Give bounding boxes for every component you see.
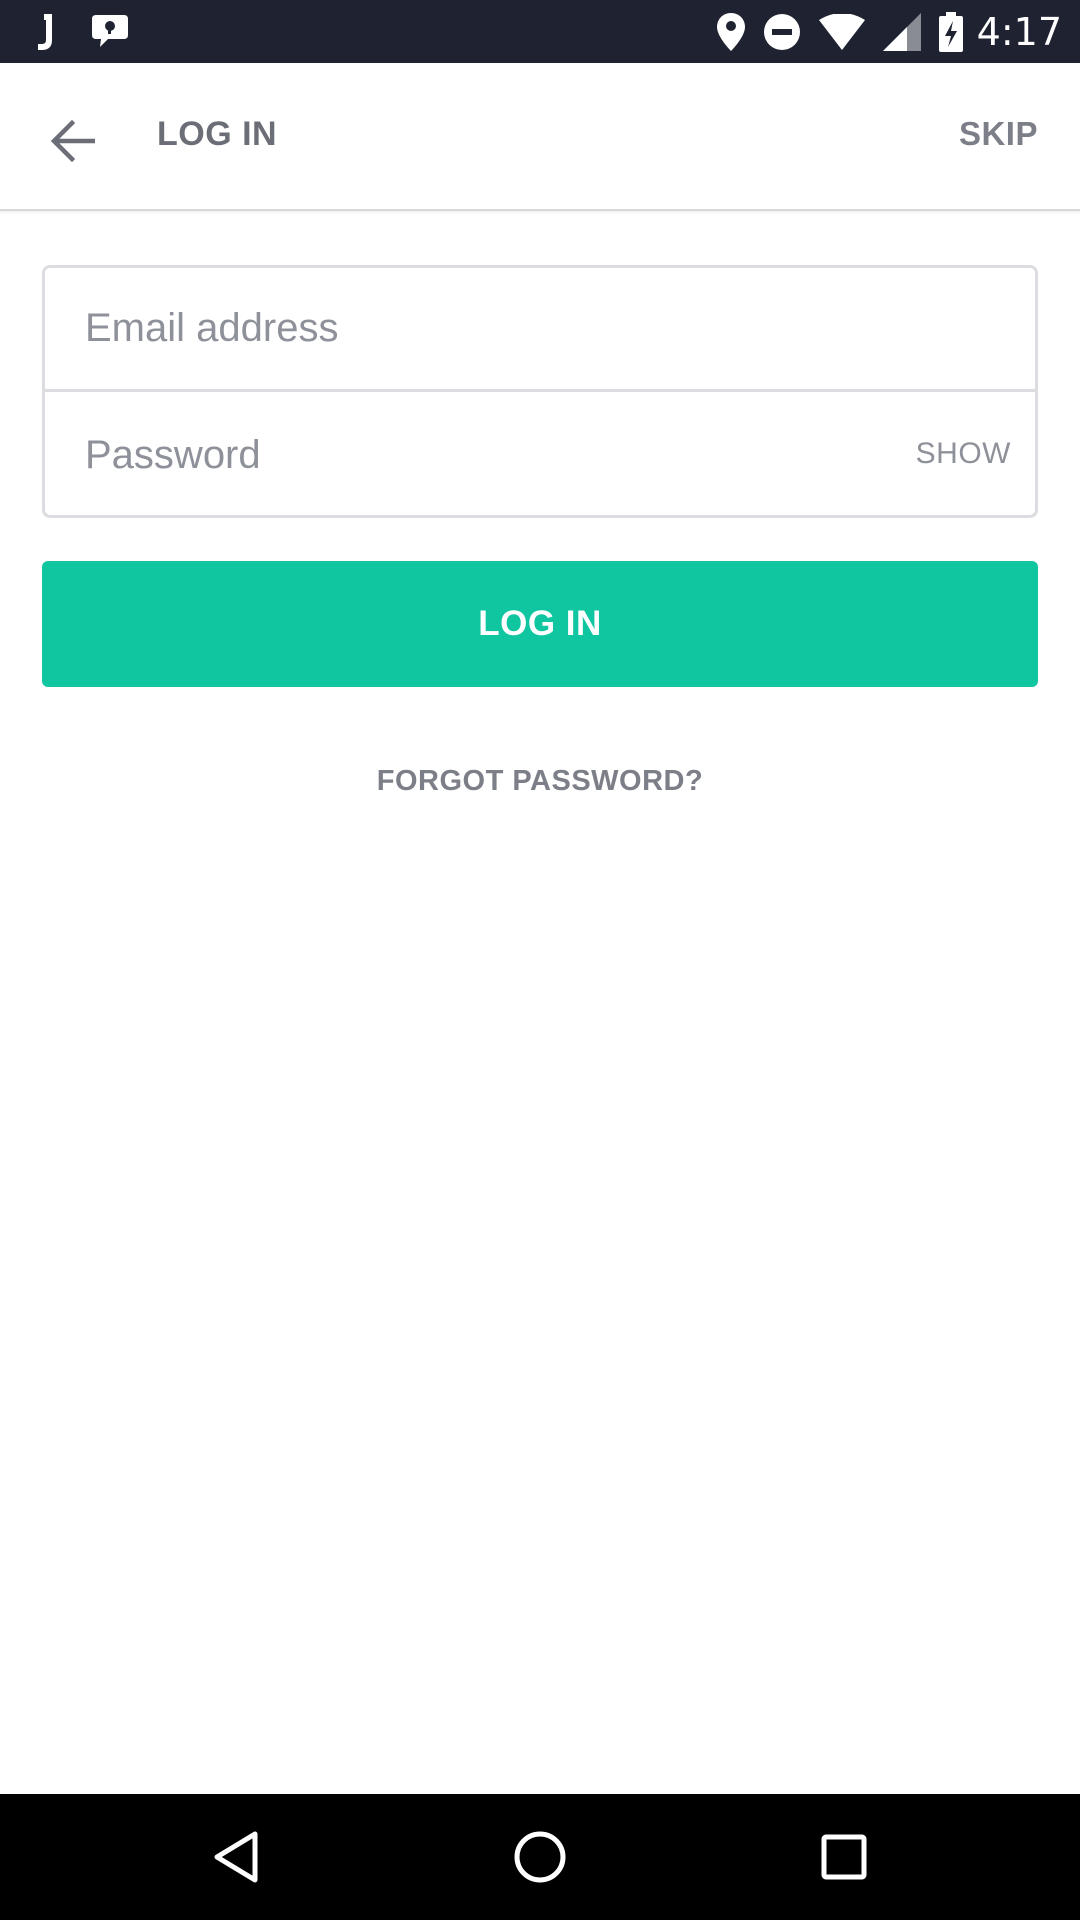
skip-button[interactable]: SKIP [959, 115, 1038, 153]
chat-bubble-icon [92, 14, 128, 47]
email-field-row [45, 268, 1035, 392]
location-pin-icon [716, 12, 745, 51]
login-screen: 4:17 LOG IN SKIP SHOW LOG IN FORGOT PASS… [0, 0, 1080, 1920]
status-right: 4:17 [699, 10, 1062, 54]
show-password-button[interactable]: SHOW [916, 437, 1011, 471]
status-left [34, 12, 166, 52]
page-title: LOG IN [157, 115, 278, 153]
forgot-password-link[interactable]: FORGOT PASSWORD? [0, 765, 1080, 798]
arrow-back-icon [50, 120, 95, 162]
status-bar: 4:17 [0, 0, 1080, 63]
login-form: SHOW [42, 265, 1038, 518]
navigation-bar [0, 1794, 1080, 1920]
battery-charging-icon [938, 11, 963, 52]
status-time: 4:17 [976, 9, 1062, 54]
app-bar: LOG IN SKIP [0, 63, 1080, 211]
back-button[interactable] [34, 101, 114, 181]
wifi-icon [818, 13, 865, 50]
do-not-disturb-icon [763, 13, 800, 50]
nav-back-icon [214, 1831, 258, 1883]
nav-back-button[interactable] [196, 1817, 276, 1897]
login-button[interactable]: LOG IN [42, 561, 1038, 687]
j-app-icon [38, 13, 52, 50]
nav-recents-button[interactable] [804, 1817, 884, 1897]
password-field[interactable] [85, 432, 845, 478]
password-field-row: SHOW [45, 393, 1035, 517]
nav-recents-icon [821, 1834, 867, 1880]
cell-signal-icon [882, 12, 921, 51]
login-button-label: LOG IN [478, 604, 602, 643]
nav-home-icon [514, 1831, 566, 1883]
email-field[interactable] [85, 306, 845, 351]
nav-home-button[interactable] [500, 1817, 580, 1897]
